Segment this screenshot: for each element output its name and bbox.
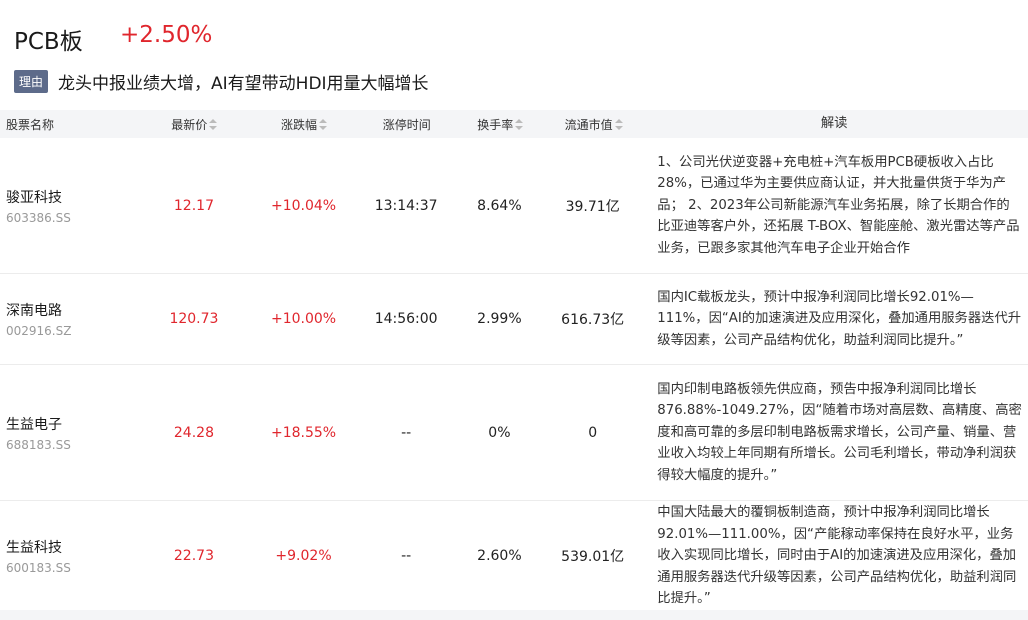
stock-cell: 生益电子 688183.SS (0, 414, 140, 452)
header-name: 股票名称 (6, 117, 55, 132)
change-percent: +10.04% (270, 197, 337, 214)
change-percent: +9.02% (275, 548, 332, 564)
turnover: 0% (488, 424, 511, 441)
stock-name[interactable]: 骏亚科技 (6, 187, 140, 207)
sort-icon[interactable] (614, 119, 623, 131)
stock-code: 002916.SZ (6, 324, 72, 338)
board-header: PCB板 +2.50% (0, 0, 1028, 62)
header-desc: 解读 (820, 116, 848, 132)
market-cap: 0 (588, 424, 598, 441)
stock-code: 600183.SS (6, 561, 71, 575)
turnover: 8.64% (477, 197, 522, 214)
latest-price: 24.28 (173, 424, 214, 441)
description: 国内印制电路板领先供应商，预告中报净利润同比增长876.88%-1049.27%… (657, 381, 1022, 483)
stock-name[interactable]: 生益科技 (6, 537, 140, 557)
description: 国内IC载板龙头，预计中报净利润同比增长92.01%—111%，因“AI的加速演… (657, 289, 1022, 348)
limit-time: 13:14:37 (374, 197, 438, 214)
header-price[interactable]: 最新价 (141, 116, 248, 133)
market-cap: 39.71亿 (565, 198, 620, 215)
limit-time: -- (401, 548, 412, 564)
description: 中国大陆最大的覆铜板制造商，预计中报净利润同比增长92.01%—111.00%，… (657, 505, 1017, 607)
turnover: 2.60% (477, 548, 522, 564)
limit-time: -- (401, 424, 412, 441)
reason-line: 理由 龙头中报业绩大增，AI有望带动HDI用量大幅增长 (14, 69, 429, 94)
table-row[interactable]: 骏亚科技 603386.SS 12.17 +10.04% 13:14:37 8.… (0, 138, 1028, 274)
stock-cell: 骏亚科技 603386.SS (0, 187, 140, 225)
latest-price: 22.73 (173, 548, 214, 564)
table-row[interactable]: 深南电路 002916.SZ 120.73 +10.00% 14:56:00 2… (0, 274, 1028, 365)
header-cap[interactable]: 流通市值 (547, 116, 640, 133)
board-change: +2.50% (120, 22, 213, 48)
table-row[interactable]: 生益科技 600183.SS 22.73 +9.02% -- 2.60% 539… (0, 501, 1028, 612)
stock-cell: 深南电路 002916.SZ (0, 300, 140, 338)
market-cap: 616.73亿 (561, 312, 625, 328)
board-name: PCB板 (14, 29, 83, 55)
description: 1、公司光伏逆变器+充电桩+汽车板用PCB硬板收入占比28%，已通过华为主要供应… (657, 154, 1020, 256)
change-percent: +10.00% (270, 311, 337, 327)
change-percent: +18.55% (270, 424, 337, 441)
sort-icon[interactable] (515, 119, 524, 131)
table-header: 股票名称 最新价 涨跌幅 涨停时间 换手率 流通市值 解读 (0, 110, 1028, 138)
limit-time: 14:56:00 (374, 311, 438, 327)
latest-price: 120.73 (169, 311, 219, 327)
turnover: 2.99% (477, 311, 522, 327)
market-cap: 539.01亿 (561, 549, 625, 565)
stock-cell: 生益科技 600183.SS (0, 537, 140, 575)
reason-text: 龙头中报业绩大增，AI有望带动HDI用量大幅增长 (58, 73, 429, 94)
stock-name[interactable]: 生益电子 (6, 414, 140, 434)
stock-code: 603386.SS (6, 210, 71, 225)
header-limit-time: 涨停时间 (382, 117, 431, 132)
bottom-divider (0, 610, 1028, 620)
sort-icon[interactable] (319, 119, 328, 131)
reason-badge: 理由 (14, 69, 49, 93)
table-row[interactable]: 生益电子 688183.SS 24.28 +18.55% -- 0% 0 国内印… (0, 365, 1028, 501)
header-turnover[interactable]: 换手率 (453, 116, 546, 133)
stock-name[interactable]: 深南电路 (6, 300, 140, 320)
header-change[interactable]: 涨跌幅 (248, 116, 360, 133)
stock-code: 688183.SS (6, 437, 71, 452)
sort-icon[interactable] (209, 119, 218, 131)
stock-table: 股票名称 最新价 涨跌幅 涨停时间 换手率 流通市值 解读 骏亚科技 60338… (0, 110, 1028, 612)
latest-price: 12.17 (173, 197, 214, 214)
